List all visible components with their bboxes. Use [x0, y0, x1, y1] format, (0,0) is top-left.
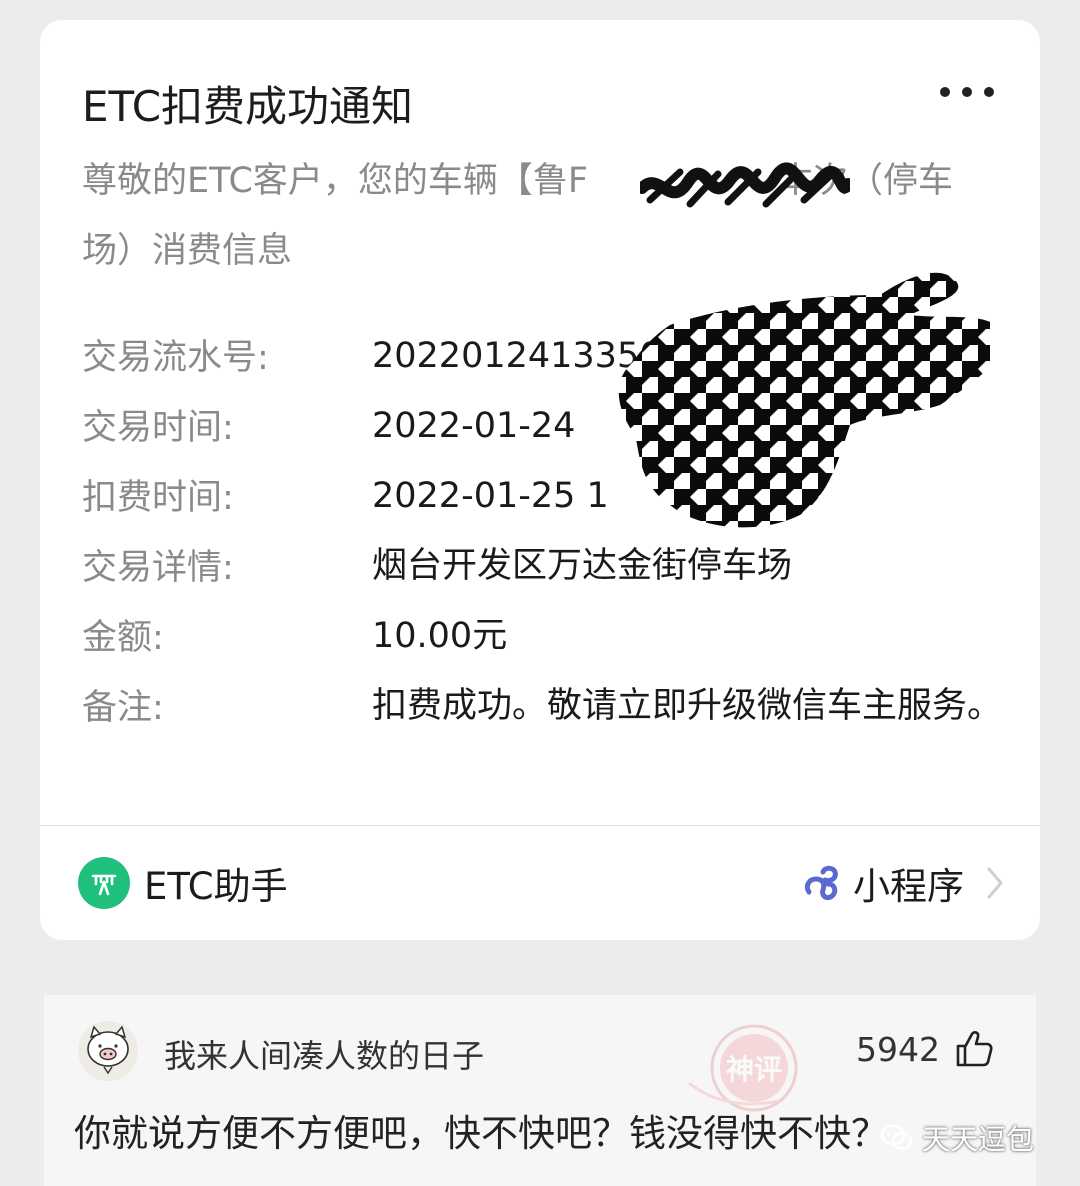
amount-value: 10.00元 — [372, 616, 508, 656]
more-icon[interactable] — [940, 82, 994, 102]
trade-time-label: 交易时间: — [82, 408, 234, 448]
detail-row: 交易详情: 烟台开发区万达金街停车场 — [82, 540, 1012, 596]
pig-avatar-icon[interactable] — [78, 1021, 138, 1081]
detail-value: 烟台开发区万达金街停车场 — [372, 546, 793, 586]
like-count: 5942 — [856, 1029, 940, 1069]
mini-program-icon — [804, 865, 838, 901]
detail-row: 金额: 10.00元 — [82, 610, 1012, 666]
card-divider — [40, 825, 1040, 826]
remark-value: 扣费成功。敬请立即升级微信车主服务。 — [372, 686, 1003, 726]
stamp-text: 神评 — [726, 1053, 782, 1086]
detail-label: 交易详情: — [82, 548, 234, 588]
remark-label: 备注: — [82, 688, 164, 728]
like-control[interactable]: 5942 — [856, 1029, 994, 1069]
app-name: ETC助手 — [144, 865, 288, 908]
notification-title: ETC扣费成功通知 — [82, 82, 414, 131]
amount-label: 金额: — [82, 618, 164, 658]
comment-username[interactable]: 我来人间凑人数的日子 — [164, 1031, 484, 1077]
intro-text-head: 尊敬的ETC客户，您的车辆【鲁F — [82, 161, 589, 201]
deduct-time-label: 扣费时间: — [82, 478, 234, 518]
serial-label: 交易流水号: — [82, 338, 269, 378]
redaction-scribble — [640, 162, 850, 208]
etc-logo-icon — [78, 857, 130, 909]
detail-row: 备注: 扣费成功。敬请立即升级微信车主服务。 — [82, 680, 1012, 736]
app-source[interactable]: ETC助手 — [78, 856, 288, 910]
watermark-text: 天天逗包 — [922, 1123, 1035, 1156]
notification-card[interactable]: ETC扣费成功通知 尊敬的ETC客户，您的车辆【鲁F 本次（停车场）消费信息 交易… — [40, 20, 1040, 940]
wechat-icon — [880, 1124, 913, 1150]
redaction-pattern — [618, 272, 990, 528]
comment-text: 你就说方便不方便吧，快不快吧？钱没得快不快？ — [74, 1112, 888, 1155]
watermark: 天天逗包 — [880, 1118, 1034, 1158]
chevron-right-icon — [987, 867, 1003, 899]
mini-program-link[interactable]: 小程序 — [801, 856, 1004, 910]
mini-program-label: 小程序 — [853, 865, 964, 908]
thumbs-up-icon[interactable] — [954, 1029, 994, 1069]
